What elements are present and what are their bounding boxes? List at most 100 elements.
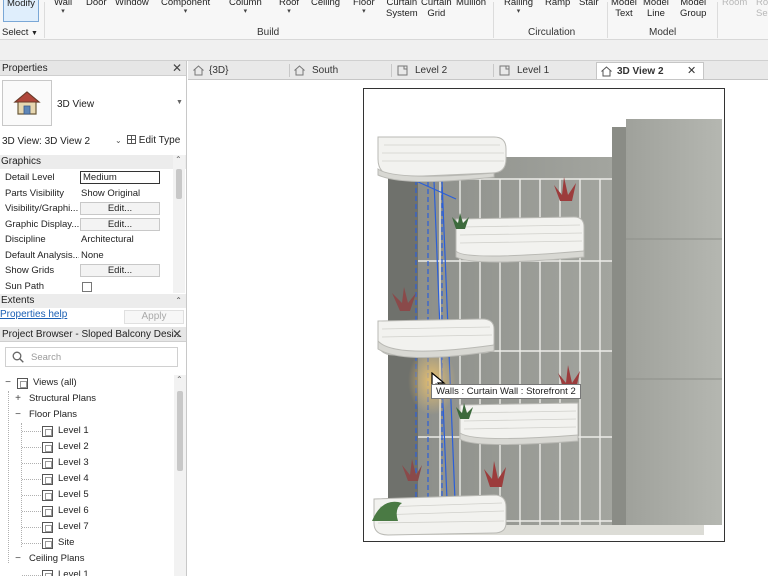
- tab-label: Level 1: [517, 65, 550, 76]
- tree-item-ceiling-level-1[interactable]: Level 1: [0, 567, 174, 576]
- plan-view-icon: [397, 65, 408, 76]
- house-icon: [601, 66, 612, 77]
- tree-connector: [22, 527, 41, 528]
- edit-type-button[interactable]: Edit Type: [127, 135, 180, 146]
- tree-item-floor-level-4[interactable]: Level 4: [0, 471, 174, 487]
- apply-button[interactable]: Apply: [124, 310, 184, 324]
- show-grids-edit-button[interactable]: Edit...: [80, 264, 160, 277]
- tree-item-floor-plans[interactable]: − Floor Plans: [0, 407, 174, 423]
- model-line-button[interactable]: Model Line: [643, 0, 669, 19]
- graphics-section-header[interactable]: Graphics ⌃: [0, 155, 186, 169]
- instance-selector[interactable]: 3D View: 3D View 2 ⌄ Edit Type: [0, 134, 186, 150]
- tab-label: {3D}: [209, 65, 229, 76]
- ceiling-button[interactable]: Ceiling: [311, 0, 340, 8]
- tree-item-ceiling-plans[interactable]: − Ceiling Plans: [0, 551, 174, 567]
- type-selector-thumbnail[interactable]: [2, 80, 52, 126]
- tree-item-label: Level 4: [58, 473, 89, 484]
- ramp-button[interactable]: Ramp: [545, 0, 570, 8]
- parts-visibility-value[interactable]: Show Original: [81, 186, 140, 201]
- type-dropdown-arrow[interactable]: ▼: [176, 99, 183, 106]
- chevron-down-icon[interactable]: ⌄: [115, 136, 122, 145]
- tree-item-floor-level-7[interactable]: Level 7: [0, 519, 174, 535]
- window-button[interactable]: Window: [115, 0, 149, 8]
- house-icon: [13, 91, 41, 115]
- tab-3d-view-2[interactable]: 3D View 2 ✕: [596, 62, 704, 79]
- stair-button[interactable]: Stair: [579, 0, 599, 8]
- collapse-toggle-icon[interactable]: −: [3, 375, 13, 391]
- modify-button[interactable]: Modify: [3, 0, 39, 22]
- select-dropdown[interactable]: Select ▼: [2, 27, 38, 38]
- drawing-canvas[interactable]: Walls : Curtain Wall : Storefront 2: [188, 80, 768, 576]
- 3d-view-frame[interactable]: [363, 88, 725, 542]
- tree-connector: [22, 463, 41, 464]
- prop-name: Graphic Display...: [5, 218, 79, 230]
- scrollbar-thumb[interactable]: [176, 169, 182, 199]
- scrollbar-thumb[interactable]: [177, 391, 183, 471]
- mullion-button[interactable]: Mullion: [456, 0, 486, 8]
- close-icon[interactable]: ✕: [687, 63, 696, 80]
- graphic-display-edit-button[interactable]: Edit...: [80, 217, 160, 231]
- close-icon[interactable]: ✕: [172, 327, 182, 342]
- column-label: Column: [229, 0, 262, 8]
- curtain-grid-button[interactable]: Curtain Grid: [421, 0, 452, 19]
- room-separator-button[interactable]: Ro Sep: [756, 0, 768, 19]
- discipline-value[interactable]: Architectural: [81, 232, 134, 247]
- detail-level-field[interactable]: Medium: [80, 171, 160, 184]
- wall-button[interactable]: Wall ▾: [54, 0, 72, 15]
- tree-item-label: Ceiling Plans: [29, 553, 85, 564]
- collapse-icon[interactable]: ⌃: [175, 294, 182, 308]
- tree-item-floor-level-2[interactable]: Level 2: [0, 439, 174, 455]
- sun-path-checkbox[interactable]: [82, 281, 92, 292]
- room-button[interactable]: Room: [722, 0, 747, 8]
- properties-header: Properties ✕: [0, 61, 186, 76]
- properties-help-link[interactable]: Properties help: [0, 309, 67, 320]
- column-button[interactable]: Column ▾: [229, 0, 262, 15]
- tree-item-floor-level-3[interactable]: Level 3: [0, 455, 174, 471]
- curtain-system-button[interactable]: Curtain System: [386, 0, 418, 19]
- plan-view-icon: [42, 522, 53, 533]
- tree-item-floor-level-5[interactable]: Level 5: [0, 487, 174, 503]
- close-icon[interactable]: ✕: [172, 61, 182, 76]
- model-text-button[interactable]: Model Text: [611, 0, 637, 19]
- building-model-render[interactable]: [364, 89, 724, 541]
- tree-item-structural-plans[interactable]: + Structural Plans: [0, 391, 174, 407]
- ramp-label: Ramp: [545, 0, 571, 8]
- properties-scrollbar[interactable]: ⌃: [173, 155, 185, 293]
- ribbon-divider: [607, 2, 608, 38]
- tree-item-floor-level-6[interactable]: Level 6: [0, 503, 174, 519]
- collapse-toggle-icon[interactable]: −: [13, 551, 23, 567]
- visibility-graphics-edit-button[interactable]: Edit...: [80, 202, 160, 215]
- tab-level-1[interactable]: Level 1: [496, 62, 594, 79]
- edit-type-icon: [127, 135, 136, 144]
- tab-south[interactable]: South: [292, 62, 390, 79]
- plan-view-icon: [42, 506, 53, 517]
- door-button[interactable]: Door: [86, 0, 107, 8]
- tab-level-2[interactable]: Level 2: [394, 62, 492, 79]
- tab-3d[interactable]: {3D}: [190, 62, 288, 79]
- tree-item-floor-level-1[interactable]: Level 1: [0, 423, 174, 439]
- scroll-up-icon[interactable]: ⌃: [175, 155, 182, 164]
- component-button[interactable]: Component ▾: [161, 0, 210, 15]
- elevation-icon: [294, 65, 305, 76]
- roof-label: Roof: [279, 0, 300, 8]
- ceiling-label: Ceiling: [311, 0, 341, 8]
- tree-connector: [22, 511, 41, 512]
- model-group-button[interactable]: Model Group: [680, 0, 706, 19]
- collapse-toggle-icon[interactable]: −: [13, 407, 23, 423]
- tree-item-views[interactable]: − Views (all): [0, 375, 174, 391]
- floor-button[interactable]: Floor ▾: [353, 0, 375, 15]
- instance-selector-label: 3D View: 3D View 2: [2, 136, 91, 147]
- expand-toggle-icon[interactable]: +: [13, 391, 23, 407]
- roof-button[interactable]: Roof ▾: [279, 0, 299, 15]
- extents-section-header[interactable]: Extents ⌃: [0, 294, 186, 308]
- browser-search[interactable]: [5, 347, 178, 367]
- tree-item-floor-site[interactable]: Site: [0, 535, 174, 551]
- plan-view-icon: [42, 538, 53, 549]
- search-input[interactable]: [31, 350, 171, 364]
- prop-row-show-grids: Show Grids Edit...: [0, 263, 172, 279]
- default-analysis-value[interactable]: None: [81, 248, 104, 263]
- railing-button[interactable]: Railing ▾: [504, 0, 533, 15]
- browser-scrollbar[interactable]: ⌃: [174, 375, 186, 576]
- scroll-up-icon[interactable]: ⌃: [176, 375, 183, 384]
- graphics-section-label: Graphics: [1, 156, 42, 167]
